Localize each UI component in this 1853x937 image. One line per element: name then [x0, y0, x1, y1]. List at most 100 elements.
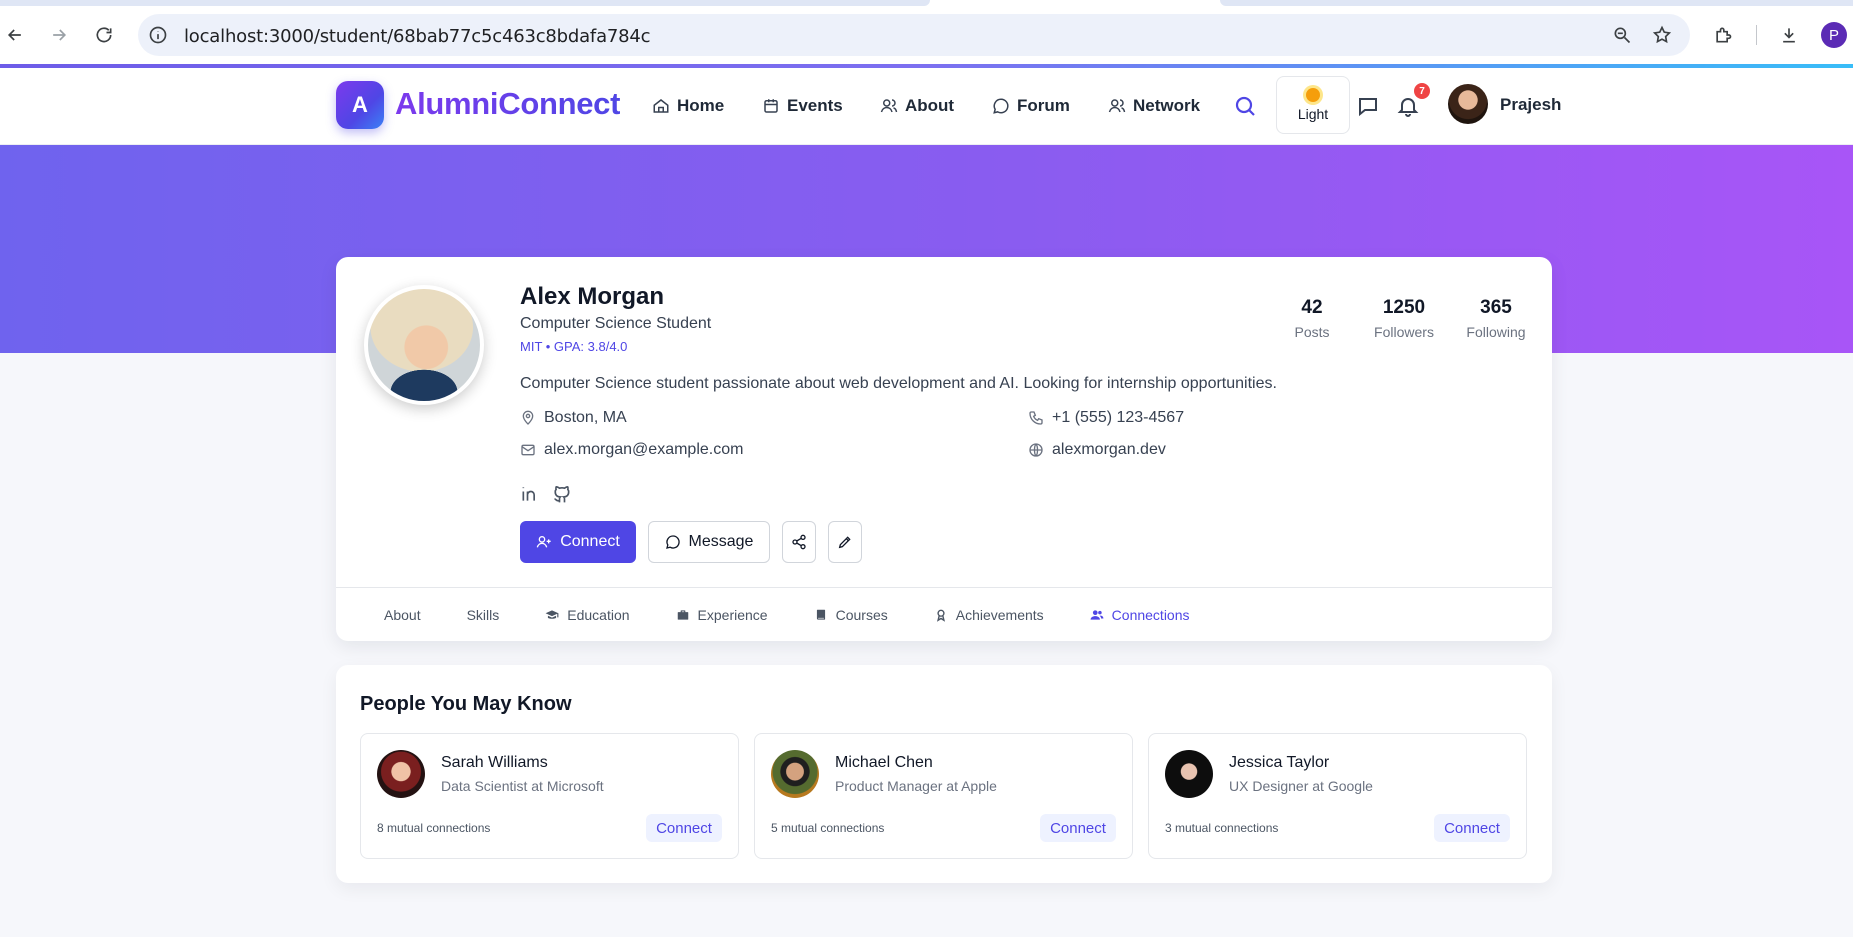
browser-tab[interactable] — [1220, 0, 1853, 6]
message-button[interactable]: Message — [648, 521, 770, 563]
person-connect-button[interactable]: Connect — [1040, 814, 1116, 842]
theme-label: Light — [1297, 106, 1329, 122]
home-icon — [653, 99, 669, 113]
nav-forum[interactable]: Forum — [992, 94, 1070, 118]
linkedin-icon[interactable] — [520, 484, 540, 504]
person-name[interactable]: Jessica Taylor — [1229, 754, 1329, 772]
email-text[interactable]: alex.morgan@example.com — [544, 441, 743, 459]
phone-text[interactable]: +1 (555) 123-4567 — [1052, 409, 1184, 427]
notification-count-badge: 7 — [1414, 83, 1430, 99]
section-title: People You May Know — [360, 693, 572, 715]
person-role: Product Manager at Apple — [835, 778, 997, 794]
zoom-icon[interactable] — [1612, 25, 1632, 45]
stat-value: 365 — [1480, 297, 1512, 318]
map-pin-icon — [522, 410, 534, 425]
search-icon[interactable] — [1233, 94, 1257, 118]
nav-label: Events — [787, 96, 843, 115]
website-text[interactable]: alexmorgan.dev — [1052, 441, 1166, 459]
arrow-right-icon — [53, 29, 67, 41]
arrow-left-icon — [7, 29, 21, 41]
tab-experience[interactable]: Experience — [676, 588, 768, 642]
mutual-connections: 8 mutual connections — [377, 821, 491, 835]
connect-button[interactable]: Connect — [520, 521, 636, 563]
forward-button[interactable] — [44, 20, 74, 50]
back-button[interactable] — [0, 20, 30, 50]
tab-label: Achievements — [955, 606, 1044, 623]
chat-bubble-icon — [665, 535, 680, 549]
github-icon[interactable] — [552, 484, 572, 504]
stat-posts[interactable]: 42 Posts — [1280, 297, 1344, 340]
message-label: Message — [688, 533, 754, 550]
messages-icon[interactable] — [1356, 94, 1380, 118]
location-text: Boston, MA — [544, 409, 627, 426]
contact-location: Boston, MA — [520, 409, 627, 427]
theme-toggle-button[interactable]: Light — [1276, 76, 1350, 134]
nav-network[interactable]: Network — [1108, 94, 1200, 118]
stat-followers[interactable]: 1250 Followers — [1372, 297, 1436, 340]
reload-icon — [96, 27, 112, 43]
nav-label: Network — [1133, 96, 1201, 115]
puzzle-icon — [1716, 27, 1732, 43]
browser-profile-avatar[interactable]: P — [1821, 22, 1847, 48]
tab-label: Skills — [466, 606, 500, 623]
contact-email[interactable]: alex.morgan@example.com — [520, 441, 743, 459]
phone-icon — [1029, 411, 1043, 425]
person-avatar — [377, 750, 425, 798]
person-avatar — [1165, 750, 1213, 798]
bell-icon[interactable] — [1396, 94, 1420, 118]
bookmark-star-icon[interactable] — [1652, 25, 1672, 45]
address-bar[interactable]: localhost:3000/student/68bab77c5c463c8bd… — [138, 14, 1690, 56]
nav-about[interactable]: About — [880, 94, 954, 118]
person-card[interactable]: Sarah Williams Data Scientist at Microso… — [360, 733, 739, 859]
stat-following[interactable]: 365 Following — [1464, 297, 1528, 340]
extensions-button[interactable] — [1708, 20, 1738, 50]
profile-school-gpa: MIT • GPA: 3.8/4.0 — [520, 339, 628, 354]
connect-label: Connect — [560, 533, 620, 550]
brand-name[interactable]: AlumniConnect — [395, 86, 620, 122]
tab-education[interactable]: Education — [545, 588, 630, 642]
tab-label: About — [384, 606, 421, 623]
nav-label: Forum — [1017, 96, 1070, 115]
contact-phone[interactable]: +1 (555) 123-4567 — [1028, 409, 1184, 427]
users-icon — [1108, 99, 1126, 113]
reload-button[interactable] — [89, 20, 119, 50]
tab-connections[interactable]: Connections — [1090, 588, 1190, 642]
person-card[interactable]: Michael Chen Product Manager at Apple 5 … — [754, 733, 1133, 859]
award-icon — [936, 609, 945, 622]
downloads-button[interactable] — [1774, 20, 1804, 50]
tab-label: Experience — [697, 606, 768, 623]
user-name[interactable]: Prajesh — [1500, 95, 1561, 115]
edit-button[interactable] — [828, 521, 862, 563]
tab-achievements[interactable]: Achievements — [934, 588, 1044, 642]
person-name[interactable]: Sarah Williams — [441, 754, 548, 772]
mutual-connections: 5 mutual connections — [771, 821, 885, 835]
nav-events[interactable]: Events — [762, 94, 843, 118]
contact-website[interactable]: alexmorgan.dev — [1028, 441, 1166, 459]
site-info-icon[interactable] — [148, 25, 168, 45]
person-connect-button[interactable]: Connect — [646, 814, 722, 842]
user-avatar[interactable] — [1448, 84, 1488, 124]
share-button[interactable] — [782, 521, 816, 563]
users-icon — [880, 99, 898, 113]
browser-tab[interactable] — [0, 0, 930, 6]
profile-avatar — [364, 285, 484, 405]
mail-icon — [521, 444, 535, 456]
person-avatar — [771, 750, 819, 798]
person-role: Data Scientist at Microsoft — [441, 778, 604, 794]
logo-badge[interactable]: A — [336, 81, 384, 129]
tab-skills[interactable]: Skills — [467, 588, 500, 642]
tab-about[interactable]: About — [384, 588, 421, 642]
user-plus-icon — [536, 536, 551, 548]
tab-courses[interactable]: Courses — [814, 588, 888, 642]
tab-label: Connections — [1111, 606, 1190, 623]
person-connect-button[interactable]: Connect — [1434, 814, 1510, 842]
person-name[interactable]: Michael Chen — [835, 754, 933, 772]
profile-title: Computer Science Student — [520, 315, 712, 332]
person-card[interactable]: Jessica Taylor UX Designer at Google 3 m… — [1148, 733, 1527, 859]
nav-home[interactable]: Home — [652, 94, 724, 118]
social-links — [520, 484, 572, 504]
briefcase-icon — [677, 609, 688, 620]
profile-name: Alex Morgan — [520, 283, 665, 310]
address-url[interactable]: localhost:3000/student/68bab77c5c463c8bd… — [184, 26, 651, 47]
book-icon — [816, 609, 825, 620]
